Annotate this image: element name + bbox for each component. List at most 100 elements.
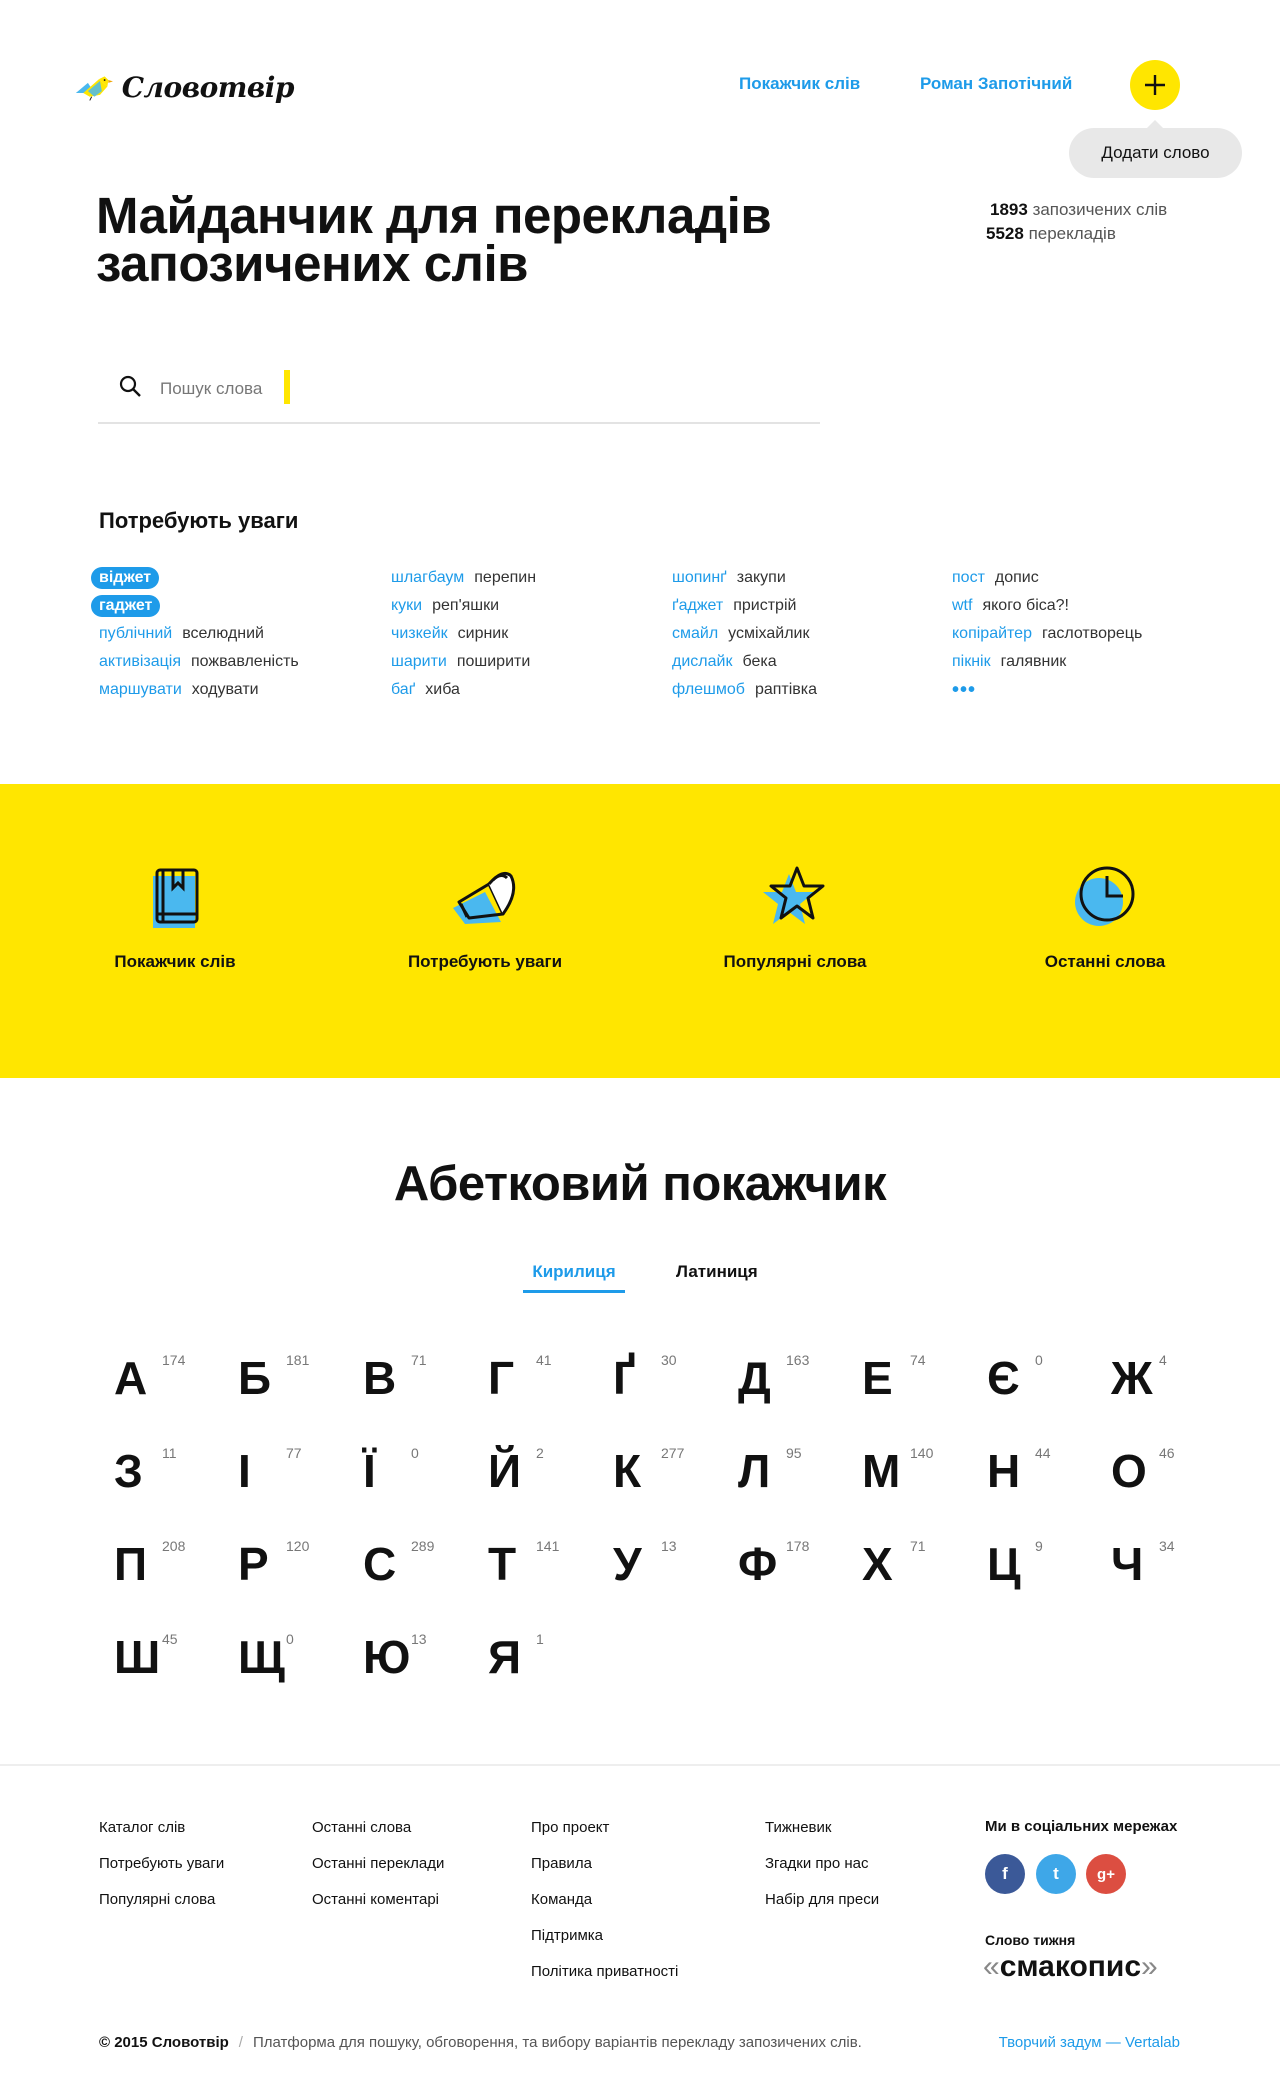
attention-word[interactable]: публічний [99,625,172,643]
attention-word[interactable]: пост [952,569,985,587]
footer-link[interactable]: Популярні слова [99,1890,224,1926]
alphabet-letter[interactable]: У 13 [613,1534,713,1594]
alphabet-letter[interactable]: Г 41 [488,1348,588,1408]
alphabet-letter[interactable]: Я1 [488,1627,588,1687]
footer-link[interactable]: Набір для преси [765,1890,879,1926]
letter-count: 11 [162,1445,177,1461]
alphabet-letter[interactable]: Н 44 [987,1441,1087,1501]
alphabet-letter[interactable]: В 71 [363,1348,463,1408]
alphabet-letter[interactable]: Б 181 [238,1348,338,1408]
alphabet-letter[interactable]: Д 163 [738,1348,838,1408]
alphabet-letter[interactable]: Ж4 [1111,1348,1211,1408]
footer-link[interactable]: Згадки про нас [765,1854,879,1890]
stat-translations-label: перекладів [1028,224,1116,243]
alphabet-letter[interactable]: Ґ 30 [613,1348,713,1408]
attention-translation: раптівка [754,681,818,698]
alphabet-letter[interactable]: Ф 178 [738,1534,838,1594]
attention-word[interactable]: шопинґ [672,569,727,587]
attention-word[interactable]: шарити [391,653,447,671]
attention-word[interactable]: віджет [91,567,160,589]
alphabet-letter[interactable]: Ш 45 [114,1627,214,1687]
tab-latin[interactable]: Латиниця [676,1262,758,1290]
attention-item: шарити поширити [391,648,671,676]
search-input[interactable] [160,372,780,406]
footer-link[interactable]: Політика приватності [531,1962,678,1998]
feature-label: Потребують уваги [407,952,563,971]
alphabet-letter[interactable]: К 277 [613,1441,713,1501]
attention-word[interactable]: смайл [672,625,718,643]
footer-link[interactable]: Команда [531,1890,678,1926]
logo[interactable]: Словотвір [74,54,295,120]
megaphone-icon [453,871,516,924]
search-icon[interactable] [118,374,142,398]
feature-attention[interactable]: Потребують уваги [365,862,605,972]
alphabet-letter[interactable]: З 11 [114,1441,214,1501]
alphabet-letter[interactable]: Р 120 [238,1534,338,1594]
attention-word[interactable]: чизкейк [391,625,448,643]
more-words-link[interactable]: ••• [952,680,976,700]
alphabet-letter[interactable]: О 46 [1111,1441,1211,1501]
twitter-icon[interactable]: t [1036,1854,1076,1894]
footer-link[interactable]: Правила [531,1854,678,1890]
attention-word[interactable]: дислайк [672,653,732,671]
alphabet-letter[interactable]: П 208 [114,1534,214,1594]
footer-link[interactable]: Останні переклади [312,1854,444,1890]
letter-count: 1 [536,1631,544,1647]
word-of-week-title: Слово тижня [985,1932,1076,1948]
letter-char: Н [987,1445,1021,1497]
tab-cyrillic[interactable]: Кирилиця [523,1262,625,1293]
alphabet-letter[interactable]: М 140 [862,1441,962,1501]
feature-word-index[interactable]: Покажчик слів [55,862,295,972]
footer-link[interactable]: Каталог слів [99,1818,224,1854]
attention-item: ••• [952,676,1232,704]
attention-word[interactable]: пікнік [952,653,991,671]
letter-count: 2 [536,1445,544,1461]
attention-item: шопинґ закупи [672,564,952,592]
letter-count: 0 [286,1631,294,1647]
attention-word[interactable]: куки [391,597,422,615]
footer-link[interactable]: Потребують уваги [99,1854,224,1890]
alphabet-letter[interactable]: Щ0 [238,1627,338,1687]
alphabet-letter[interactable]: Й2 [488,1441,588,1501]
alphabet-letter[interactable]: А 174 [114,1348,214,1408]
attention-word[interactable]: ґаджет [672,597,723,615]
alphabet-letter[interactable]: Ч 34 [1111,1534,1211,1594]
attention-word[interactable]: активізація [99,653,181,671]
alphabet-letter[interactable]: Т 141 [488,1534,588,1594]
alphabet-letter[interactable]: Е 74 [862,1348,962,1408]
alphabet-letter[interactable]: С 289 [363,1534,463,1594]
footer-link[interactable]: Підтримка [531,1926,678,1962]
feature-recent[interactable]: Останні слова [985,862,1225,972]
footer-link[interactable]: Тижневик [765,1818,879,1854]
alphabet-letter[interactable]: Є0 [987,1348,1087,1408]
letter-char: Ю [363,1631,411,1683]
footer-bottom-line: © 2015 Словотвір / Платформа для пошуку, о… [99,2034,862,2051]
add-word-button[interactable] [1130,60,1180,110]
attention-word[interactable]: флешмоб [672,681,745,699]
alphabet-letter[interactable]: Ю 13 [363,1627,463,1687]
alphabet-letter[interactable]: Л 95 [738,1441,838,1501]
attention-word[interactable]: шлагбаум [391,569,464,587]
alphabet-letter[interactable]: Ї0 [363,1441,463,1501]
attention-word[interactable]: баґ [391,681,415,699]
nav-word-index[interactable]: Покажчик слів [739,74,860,94]
attention-word[interactable]: копірайтер [952,625,1032,643]
letter-count: 45 [162,1631,178,1647]
attention-word[interactable]: гаджет [91,595,161,617]
facebook-icon[interactable]: f [985,1854,1025,1894]
nav-user-profile[interactable]: Роман Запотічний [920,74,1072,94]
footer-link[interactable]: Останні коментарі [312,1890,444,1926]
footer-link[interactable]: Останні слова [312,1818,444,1854]
letter-count: 178 [786,1538,810,1554]
footer-link[interactable]: Про проект [531,1818,678,1854]
alphabet-letter[interactable]: І 77 [238,1441,338,1501]
google-plus-icon[interactable]: g+ [1086,1854,1126,1894]
feature-label: Покажчик слів [114,952,236,971]
attention-word[interactable]: wtf [952,597,972,615]
attention-word[interactable]: маршувати [99,681,182,699]
credit-link[interactable]: Творчий задум — Vertalab [999,2034,1180,2051]
feature-popular[interactable]: Популярні слова [675,862,915,972]
alphabet-letter[interactable]: Х 71 [862,1534,962,1594]
word-of-week[interactable]: «смакопис» [983,1950,1158,1984]
alphabet-letter[interactable]: Ц9 [987,1534,1087,1594]
